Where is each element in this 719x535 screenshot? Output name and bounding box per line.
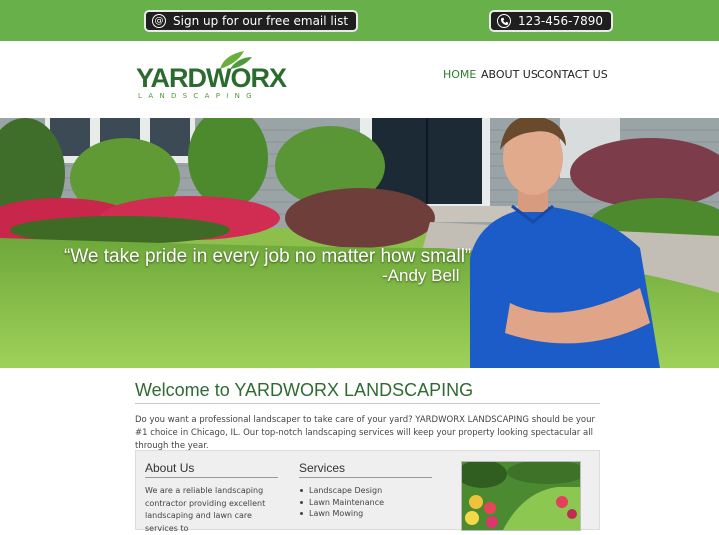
garden-photo	[461, 461, 581, 531]
hero-quote: “We take pride in every job no matter ho…	[64, 246, 472, 267]
hero-image	[0, 118, 719, 368]
nav-about-us[interactable]: ABOUT US	[481, 68, 538, 81]
top-bar: @ Sign up for our free email list 123-45…	[0, 0, 719, 41]
services-heading: Services	[299, 461, 432, 478]
at-sign-icon: @	[152, 14, 166, 28]
phone-label: 123-456-7890	[518, 14, 604, 28]
page-title: Welcome to YARDWORX LANDSCAPING	[135, 380, 474, 400]
site-header: YARDWORX LANDSCAPING HOME ABOUT US CONTA…	[0, 41, 719, 118]
logo-subtitle: LANDSCAPING	[138, 92, 258, 100]
service-item[interactable]: Landscape Design	[299, 485, 384, 497]
logo-wordmark: YARDWORX	[136, 63, 287, 93]
email-signup-button[interactable]: @ Sign up for our free email list	[144, 10, 359, 32]
yardworx-logo[interactable]: YARDWORX LANDSCAPING	[136, 51, 287, 103]
intro-paragraph: Do you want a professional landscaper to…	[135, 415, 596, 451]
hero-banner: “We take pride in every job no matter ho…	[0, 118, 719, 368]
email-signup-label: Sign up for our free email list	[173, 14, 349, 28]
phone-button[interactable]: 123-456-7890	[489, 10, 614, 32]
phone-icon	[497, 14, 511, 28]
info-panel: About Us We are a reliable landscaping c…	[135, 450, 600, 533]
services-list: Landscape Design Lawn Maintenance Lawn M…	[299, 485, 384, 520]
title-divider	[135, 403, 600, 404]
service-item[interactable]: Lawn Maintenance	[299, 497, 384, 509]
hero-quote-author: -Andy Bell	[382, 266, 460, 285]
service-item[interactable]: Lawn Mowing	[299, 508, 384, 520]
about-us-text: We are a reliable landscaping contractor…	[145, 486, 266, 533]
about-us-heading: About Us	[145, 461, 278, 478]
nav-contact-us[interactable]: CONTACT US	[537, 68, 608, 81]
nav-home[interactable]: HOME	[443, 68, 476, 81]
